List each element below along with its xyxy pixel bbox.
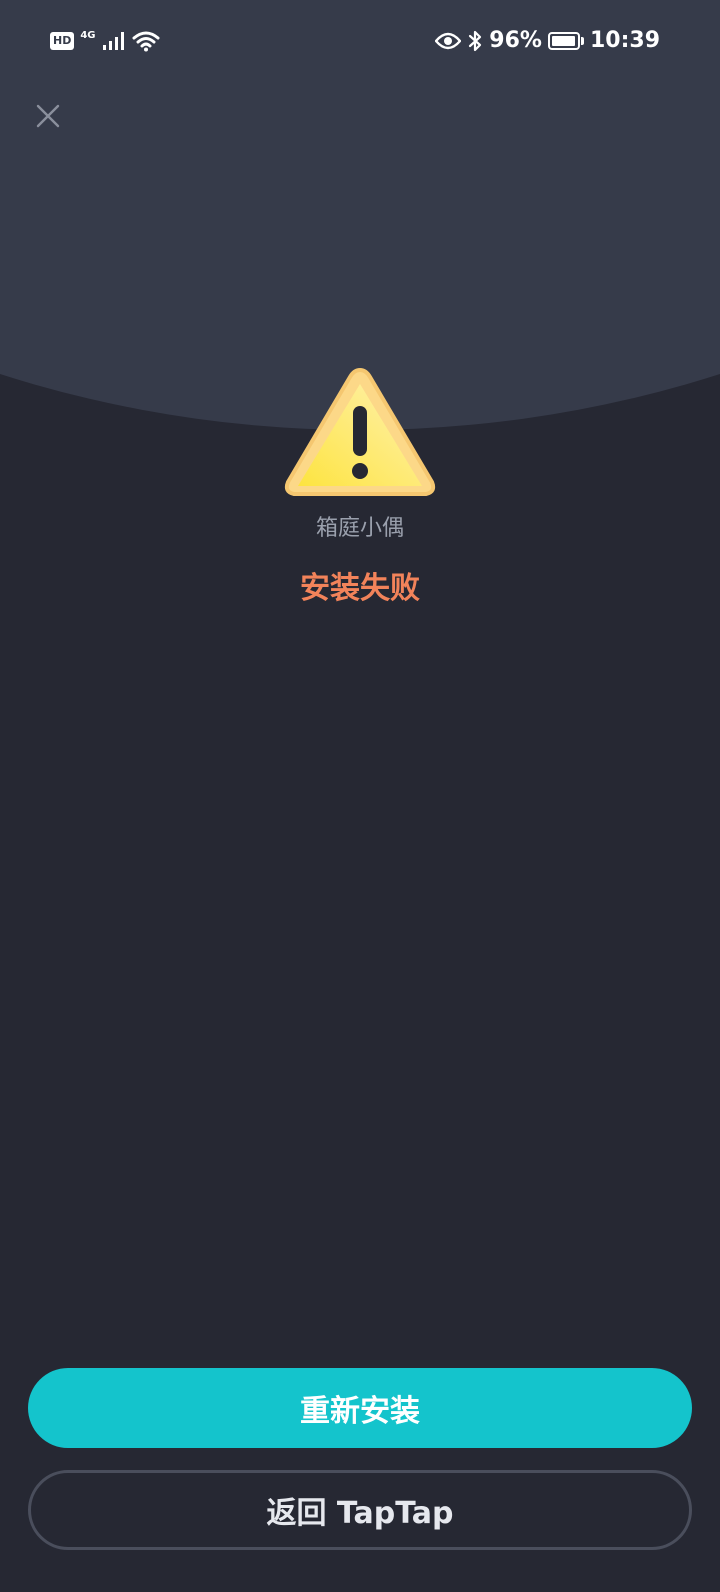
install-result-screen: HD 4G 96% 10:39 箱庭小偶 安装失败 重新安装 返回 TapTap <box>0 0 720 1592</box>
battery-percent: 96% <box>489 28 542 53</box>
hd-badge: HD <box>50 32 75 50</box>
status-bar-left: HD 4G <box>50 30 160 52</box>
reinstall-button-label: 重新安装 <box>300 1394 420 1429</box>
warning-icon <box>284 368 436 496</box>
close-icon <box>36 104 60 128</box>
clock: 10:39 <box>589 28 660 53</box>
battery-icon <box>547 31 584 50</box>
status-bar: HD 4G 96% 10:39 <box>0 0 720 86</box>
status-bar-right: 96% 10:39 <box>435 28 660 53</box>
bluetooth-icon <box>469 30 482 51</box>
wifi-icon <box>132 31 160 52</box>
eye-icon <box>435 32 462 49</box>
reinstall-button[interactable]: 重新安装 <box>28 1368 692 1448</box>
signal-icon <box>102 32 124 50</box>
back-to-taptap-label: 返回 TapTap <box>266 1496 454 1531</box>
app-name: 箱庭小偶 <box>315 516 404 541</box>
network-type-label: 4G <box>80 30 96 41</box>
back-to-taptap-button[interactable]: 返回 TapTap <box>28 1470 692 1550</box>
battery-level-fill <box>551 35 575 46</box>
close-button[interactable] <box>28 96 68 136</box>
install-status-text: 安装失败 <box>300 571 420 606</box>
